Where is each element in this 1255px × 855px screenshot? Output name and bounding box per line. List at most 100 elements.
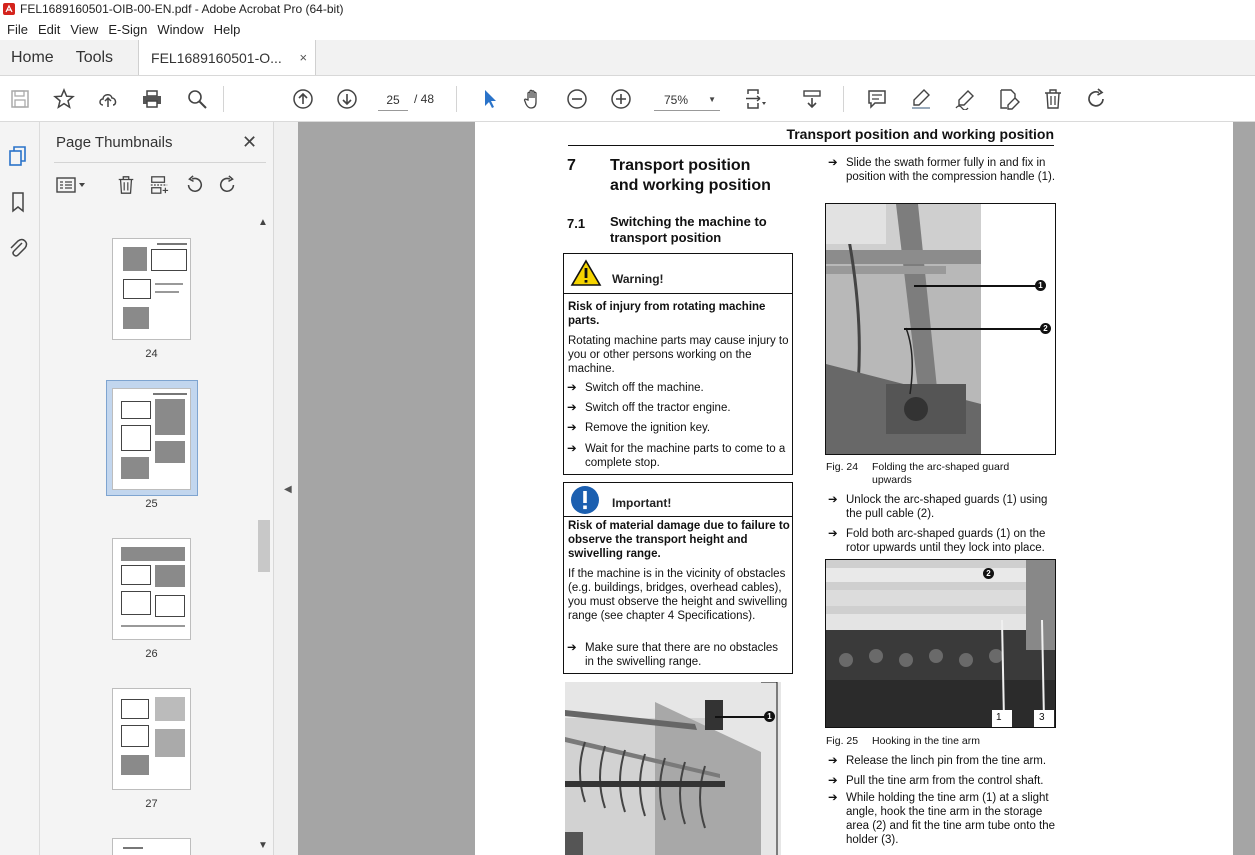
header-rule [568,145,1054,146]
fig25-step-text: Pull the tine arm from the control shaft… [846,775,1044,787]
callout-1: 1 [1035,280,1046,291]
edit-pdf-icon[interactable] [997,87,1021,111]
page-down-icon[interactable] [335,87,359,111]
delete-icon[interactable] [114,174,138,196]
thumbnail-detail [155,399,185,435]
attachment-icon[interactable] [6,236,30,260]
scroll-up-icon[interactable]: ▲ [258,217,268,228]
running-header: Transport position and working position [786,126,1054,142]
select-cursor-icon[interactable] [478,87,502,111]
warning-step-text: Wait for the machine parts to come to a … [585,443,786,469]
thumbnail-label: 27 [145,798,158,810]
thumbnail-detail [121,547,185,561]
right-intro-step: ➔ Slide the swath former fully in and fix… [825,156,1061,184]
zoom-select[interactable]: 75% ▼ [654,89,720,111]
thumbnail-detail [155,291,179,293]
upload-icon[interactable] [96,87,120,111]
scroll-mode-icon[interactable] [800,87,824,111]
thumbnails-scrollbar[interactable]: ▲ ▼ [256,217,270,853]
fig25-step: ➔ Release the linch pin from the tine arm… [825,754,1061,768]
thumbnail-detail [155,595,185,617]
thumbnail-page-26[interactable] [112,538,191,640]
arc-guard-photo [826,204,1055,454]
print-icon[interactable] [140,87,164,111]
insert-pages-icon[interactable] [147,174,171,196]
search-icon[interactable] [185,87,209,111]
thumbnail-detail [121,457,149,479]
sign-icon[interactable] [953,87,977,111]
zoom-in-icon[interactable] [609,87,633,111]
tab-document-label: FEL1689160501-O... [151,49,282,66]
bookmark-icon[interactable] [6,190,30,214]
acrobat-app-icon [3,3,15,15]
menu-edit[interactable]: Edit [33,22,65,37]
page-fit-icon[interactable] [743,87,767,111]
rotate-icon[interactable] [1085,87,1109,111]
thumbnail-detail [123,247,147,271]
thumbnail-detail [155,565,185,587]
close-icon[interactable]: ✕ [242,132,257,153]
important-step: ➔ Make sure that there are no obstacles i… [564,641,790,669]
document-viewport[interactable]: Transport position and working position … [298,122,1255,855]
thumbnail-detail [123,307,149,329]
fig25-step-text: While holding the tine arm (1) at a slig… [846,792,1056,846]
callout-3: 3 [1039,712,1045,723]
menu-help[interactable]: Help [209,22,246,37]
figure-24-number: Fig. 24 [826,461,859,473]
menu-window[interactable]: Window [152,22,208,37]
thumbnail-options-icon[interactable] [54,174,88,196]
rotate-right-icon[interactable] [216,174,240,196]
tab-tools[interactable]: Tools [65,40,124,75]
page-up-icon[interactable] [291,87,315,111]
page-thumbnails-icon[interactable] [6,144,30,168]
highlight-icon[interactable] [909,87,933,111]
tab-document[interactable]: FEL1689160501-O... × [138,40,317,75]
rotate-left-icon[interactable] [182,174,206,196]
arrow-icon: ➔ [567,402,577,414]
thumbnail-detail [155,697,185,721]
menu-esign[interactable]: E-Sign [103,22,152,37]
star-icon[interactable] [52,87,76,111]
thumbnail-page-27[interactable] [112,688,191,790]
save-icon[interactable] [8,87,32,111]
tine-arm-photo [826,560,1055,727]
figure-25-image: 2 1 3 [825,559,1056,728]
menu-file[interactable]: File [2,22,33,37]
thumbnail-detail [121,699,149,719]
arrow-icon: ➔ [567,443,577,455]
arrow-icon: ➔ [567,382,577,394]
delete-icon[interactable] [1041,87,1065,111]
collapse-panel-icon[interactable]: ◀ [284,484,292,495]
arrow-icon: ➔ [828,494,838,506]
page-number-input[interactable] [378,89,408,111]
thumbnail-label: 24 [145,348,158,360]
figure-24-image: 1 2 [825,203,1056,455]
thumbnail-detail [121,401,151,419]
scrollbar-thumb[interactable] [258,520,270,572]
thumbnail-detail [153,393,187,395]
hand-icon[interactable] [521,87,545,111]
scroll-down-icon[interactable]: ▼ [258,840,268,851]
tab-home[interactable]: Home [0,40,65,75]
menu-view[interactable]: View [65,22,103,37]
warning-step: ➔ Switch off the tractor engine. [564,401,790,415]
tab-close-icon[interactable]: × [299,50,307,65]
arrow-icon: ➔ [828,755,838,767]
divider [54,162,266,163]
comment-icon[interactable] [865,87,889,111]
thumbnail-label: 25 [145,498,158,510]
fig24-step: ➔ Unlock the arc-shaped guards (1) using … [825,493,1061,521]
fig24-step-text: Unlock the arc-shaped guards (1) using t… [846,494,1048,520]
fig24-step: ➔ Fold both arc-shaped guards (1) on the … [825,527,1061,555]
callout-1: 1 [996,712,1002,723]
arrow-icon: ➔ [828,528,838,540]
toolbar-separator [843,86,844,112]
chapter-title-line1: Transport position [610,157,751,174]
callout-leader-line [904,328,1042,330]
important-title: Important! [612,496,672,510]
zoom-out-icon[interactable] [565,87,589,111]
thumbnail-page-24[interactable] [112,238,191,340]
thumbnail-page-25[interactable] [112,388,191,490]
important-step-text: Make sure that there are no obstacles in… [585,642,779,668]
thumbnail-page-partial[interactable] [112,838,191,855]
